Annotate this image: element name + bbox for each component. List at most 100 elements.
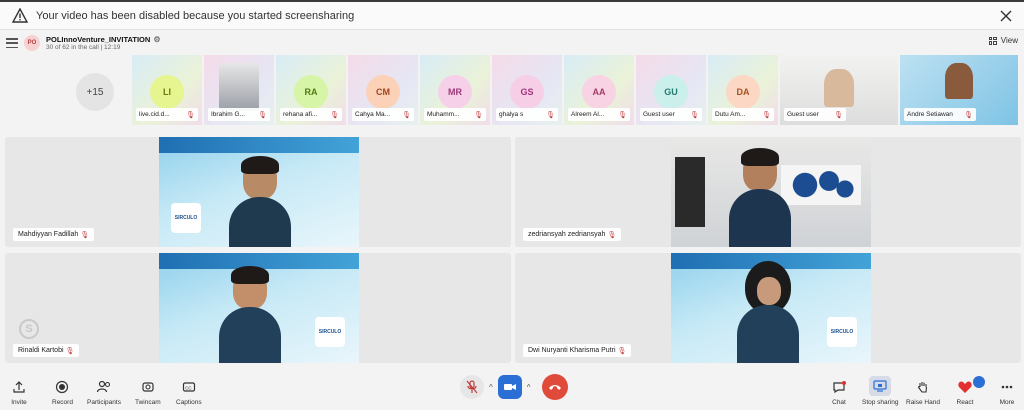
screenshare-notice-bar: Your video has been disabled because you… [0, 0, 1024, 30]
mic-off-icon: 🎙︎ [607, 231, 617, 239]
participants-button[interactable]: Participants [87, 378, 121, 406]
avatar: MR [438, 75, 472, 109]
avatar: GS [510, 75, 544, 109]
mic-off-icon: 🎙︎ [258, 111, 267, 119]
participant-tile[interactable]: Guest user 🎙︎ [780, 55, 898, 125]
mic-off-icon: 🎙︎ [617, 347, 627, 355]
hang-up-icon [548, 385, 561, 390]
participant-name-tag: Dwi Nuryanti Kharisma Putri 🎙︎ [523, 344, 632, 357]
more-dots-icon [998, 378, 1016, 396]
participant-name: Cahya Ma... [355, 111, 391, 118]
avatar: AA [582, 75, 616, 109]
video-tile[interactable]: SIRCULO Mahdiyyan Fadillah 🎙︎ [5, 137, 511, 247]
camera-button[interactable] [497, 375, 522, 399]
chevron-up-icon[interactable]: ^ [527, 383, 531, 392]
record-button[interactable]: Record [52, 378, 73, 406]
chat-button[interactable]: Chat [830, 378, 848, 406]
video-tile[interactable]: SIRCULO Dwi Nuryanti Kharisma Putri 🎙︎ [515, 253, 1021, 363]
record-icon [53, 378, 71, 396]
mic-off-icon: 🎙︎ [964, 111, 973, 119]
avatar: GU [654, 75, 688, 109]
settings-icon[interactable]: ⚙ [153, 35, 160, 44]
call-toolbar: Invite Record Participants Twincam CC Ca… [0, 368, 1024, 410]
mic-off-icon: 🎙︎ [402, 111, 411, 119]
call-subtitle: 30 of 62 in the call | 12:19 [46, 43, 121, 51]
video-feed [671, 137, 871, 247]
heart-icon [956, 378, 974, 396]
participant-tile[interactable]: MR Muhamm... 🎙︎ [420, 55, 490, 125]
share-icon [10, 378, 28, 396]
mic-off-icon: 🎙︎ [546, 111, 555, 119]
participant-name: Ibrahim G... [211, 111, 245, 118]
stop-sharing-button[interactable]: Stop sharing [862, 376, 899, 406]
participant-name: Dutu Am... [715, 111, 746, 118]
participant-tile[interactable]: LI live.cid.d... 🎙︎ [132, 55, 202, 125]
twincam-button[interactable]: Twincam [135, 378, 161, 406]
reaction-badge [973, 376, 985, 388]
video-tile[interactable]: S SIRCULO Rinaldi Kartobi 🎙︎ [5, 253, 511, 363]
call-info: POLInnoVenture_INVITATION ⚙ 30 of 62 in t… [46, 35, 160, 52]
mic-off-icon: 🎙︎ [65, 347, 75, 355]
more-participants-button[interactable]: +15 [76, 73, 114, 111]
menu-icon[interactable] [6, 38, 18, 48]
close-icon[interactable] [998, 8, 1014, 24]
captions-icon: CC [180, 378, 198, 396]
participant-tile[interactable]: CM Cahya Ma... 🎙︎ [348, 55, 418, 125]
camera-icon [503, 384, 516, 390]
video-feed: SIRCULO [159, 253, 359, 363]
participant-name: Guest user [787, 111, 819, 118]
participant-name-tag: zedriansyah zedriansyah 🎙︎ [523, 228, 622, 241]
participant-tile[interactable]: Ibrahim G... 🎙︎ [204, 55, 274, 125]
participant-tile[interactable]: GS ghalya s 🎙︎ [492, 55, 562, 125]
view-label: View [1000, 36, 1018, 45]
participant-tile[interactable]: GU Guest user 🎙︎ [636, 55, 706, 125]
call-title[interactable]: POLInnoVenture_INVITATION [46, 35, 150, 44]
participant-name: Guest user [643, 111, 675, 118]
media-controls: ^ ^ [460, 374, 568, 400]
participant-name: ghalya s [499, 111, 524, 118]
participant-tile[interactable]: RA rehana afi... 🎙︎ [276, 55, 346, 125]
avatar: DA [726, 75, 760, 109]
avatar: CM [366, 75, 400, 109]
svg-text:CC: CC [185, 385, 192, 390]
react-button[interactable]: React [956, 378, 974, 406]
world-map [781, 165, 861, 205]
participant-tile[interactable]: AA Alreem Al... 🎙︎ [564, 55, 634, 125]
mic-off-icon: 🎙︎ [690, 111, 699, 119]
mic-off-icon: 🎙︎ [834, 111, 843, 119]
team-logo: SIRCULO [171, 203, 201, 233]
captions-button[interactable]: CC Captions [176, 378, 202, 406]
raise-hand-button[interactable]: Raise Hand [906, 378, 940, 406]
mic-off-icon [466, 380, 478, 394]
avatar: LI [150, 75, 184, 109]
video-tile[interactable]: zedriansyah zedriansyah 🎙︎ [515, 137, 1021, 247]
team-logo: SIRCULO [315, 317, 345, 347]
people-icon [95, 378, 113, 396]
video-feed [824, 69, 854, 107]
video-feed [945, 63, 973, 99]
hand-icon [914, 378, 932, 396]
video-feed: SIRCULO [671, 253, 871, 363]
participant-tile[interactable]: DA Dutu Am... 🎙︎ [708, 55, 778, 125]
participant-name: live.cid.d... [139, 111, 170, 118]
invite-button[interactable]: Invite [10, 378, 28, 406]
mic-off-icon: 🎙︎ [80, 231, 90, 239]
mic-off-icon: 🎙︎ [762, 111, 771, 119]
participant-strip: LI live.cid.d... 🎙︎ Ibrahim G... 🎙︎ RA rehan… [132, 55, 1018, 125]
chevron-up-icon[interactable]: ^ [489, 383, 493, 392]
mic-off-icon: 🎙︎ [186, 111, 195, 119]
participant-name: Muhamm... [427, 111, 460, 118]
screen-share-icon [869, 376, 892, 396]
view-button[interactable]: View [988, 36, 1018, 45]
participant-name-tag: Rinaldi Kartobi 🎙︎ [13, 344, 80, 357]
mute-button[interactable] [460, 375, 484, 399]
warning-icon [12, 7, 28, 23]
participant-tile[interactable]: Andre Setiawan 🎙︎ [900, 55, 1018, 125]
end-call-button[interactable] [541, 374, 568, 400]
more-button[interactable]: More [998, 378, 1016, 406]
grid-icon [988, 36, 997, 45]
notice-text: Your video has been disabled because you… [36, 9, 355, 22]
avatar [219, 63, 259, 111]
call-header: PO POLInnoVenture_INVITATION ⚙ 30 of 62 i… [0, 31, 1024, 55]
mic-off-icon: 🎙︎ [474, 111, 483, 119]
